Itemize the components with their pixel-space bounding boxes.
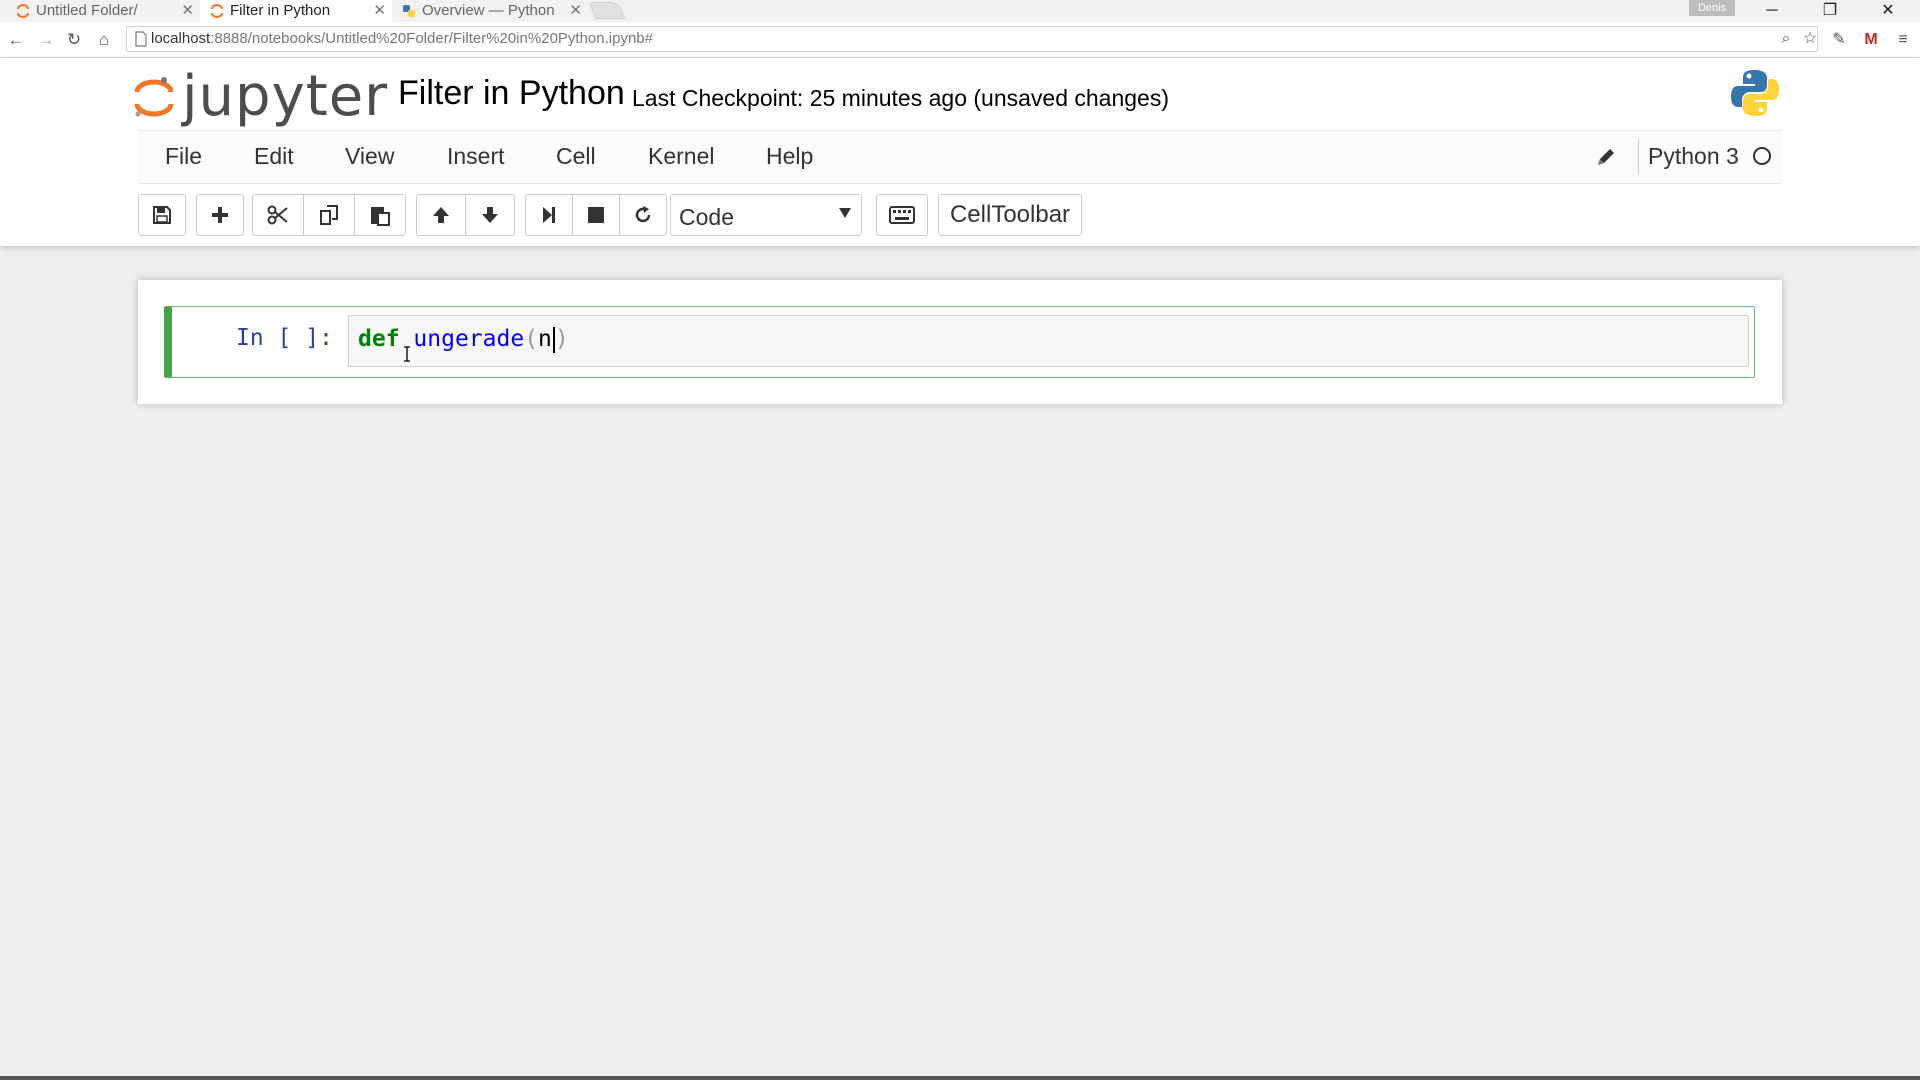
gmail-extension-icon[interactable]: M	[1860, 29, 1882, 51]
mouse-ibeam-cursor-icon	[404, 346, 410, 362]
page-icon	[135, 31, 147, 47]
window-bottom-edge	[0, 1076, 1920, 1080]
tab-title: Untitled Folder/	[36, 2, 138, 19]
checkpoint-status: Last Checkpoint: 25 minutes ago (unsaved…	[632, 85, 1169, 111]
code-editor[interactable]: def ungerade(n)	[348, 315, 1749, 367]
user-profile-badge[interactable]: Denis	[1689, 0, 1735, 16]
code-open-paren: (	[524, 326, 539, 352]
code-argument: n	[538, 326, 552, 352]
tab-untitled-folder[interactable]: Untitled Folder/ ✕	[0, 0, 200, 22]
keyboard-icon	[889, 206, 915, 224]
extension-icon[interactable]: ✎	[1828, 29, 1850, 51]
kernel-separator	[1638, 139, 1639, 175]
url-text: localhost:8888/notebooks/Untitled%20Fold…	[151, 30, 653, 47]
input-prompt: In [ ]:	[236, 325, 333, 351]
stop-icon	[588, 207, 604, 223]
restart-kernel-button[interactable]	[619, 194, 667, 236]
save-icon	[153, 206, 171, 224]
forward-arrow-icon[interactable]: →	[36, 30, 56, 50]
paste-icon	[371, 207, 390, 226]
python-logo-icon	[1731, 70, 1779, 116]
chevron-down-icon	[839, 208, 851, 218]
tab-filter-in-python[interactable]: Filter in Python ✕	[200, 0, 392, 22]
address-bar-row: ← → ↻ ⌂ localhost:8888/notebooks/Untitle…	[0, 22, 1920, 58]
code-close-paren: )	[554, 326, 569, 352]
paste-button[interactable]	[354, 194, 406, 236]
kernel-idle-indicator-icon	[1753, 147, 1771, 165]
edit-mode-pencil-icon	[1598, 149, 1614, 165]
home-icon[interactable]: ⌂	[94, 30, 114, 50]
copy-button[interactable]	[303, 194, 355, 236]
reload-icon[interactable]: ↻	[64, 30, 84, 50]
menu-bar: File Edit View Insert Cell Kernel Help P…	[138, 130, 1782, 184]
tab-title: Overview — Python	[422, 2, 555, 19]
close-window-icon[interactable]: ✕	[1866, 0, 1910, 22]
move-cell-down-button[interactable]	[465, 194, 515, 236]
arrow-up-icon	[433, 207, 449, 223]
interrupt-kernel-button[interactable]	[572, 194, 620, 236]
jupyter-favicon-icon	[17, 4, 29, 18]
zoom-icon[interactable]: ⌕	[1775, 28, 1797, 50]
jupyter-wordmark: jupyter	[182, 64, 389, 129]
cell-type-select[interactable]: Code	[670, 194, 862, 236]
arrow-down-icon	[482, 207, 498, 223]
celltoolbar-button[interactable]: CellToolbar	[938, 194, 1082, 236]
menu-kernel[interactable]: Kernel	[648, 143, 714, 170]
url-host: localhost	[151, 30, 211, 47]
cell-type-value: Code	[679, 204, 734, 230]
plus-icon	[212, 207, 228, 223]
code-function-name: ungerade	[413, 326, 525, 352]
new-tab-button[interactable]	[588, 2, 626, 19]
close-tab-icon[interactable]: ✕	[569, 0, 582, 22]
back-arrow-icon[interactable]: ←	[6, 30, 26, 50]
notebook-toolbar: Code CellToolbar	[138, 194, 1782, 238]
browser-tab-strip: Untitled Folder/ ✕ Filter in Python ✕ Ov…	[0, 0, 1920, 22]
notebook-container: In [ ]: def ungerade(n)	[138, 280, 1782, 404]
menu-cell[interactable]: Cell	[556, 143, 596, 170]
menu-view[interactable]: View	[345, 143, 394, 170]
url-field[interactable]: localhost:8888/notebooks/Untitled%20Fold…	[126, 26, 1818, 52]
menu-edit[interactable]: Edit	[254, 143, 294, 170]
step-forward-icon	[543, 207, 555, 223]
code-keyword: def	[358, 326, 400, 352]
close-tab-icon[interactable]: ✕	[373, 0, 386, 22]
code-cell[interactable]: In [ ]: def ungerade(n)	[164, 306, 1755, 378]
menu-help[interactable]: Help	[766, 143, 813, 170]
insert-cell-button[interactable]	[196, 194, 244, 236]
url-path: :8888/notebooks/Untitled%20Folder/Filter…	[210, 30, 653, 47]
restore-icon[interactable]: ❐	[1808, 0, 1852, 22]
menu-insert[interactable]: Insert	[447, 143, 505, 170]
notebook-title[interactable]: Filter in Python	[398, 74, 625, 113]
command-palette-button[interactable]	[876, 194, 928, 236]
tab-title: Filter in Python	[230, 2, 331, 19]
copy-icon	[320, 205, 338, 225]
move-cell-up-button[interactable]	[416, 194, 466, 236]
code-line: def ungerade(n)	[358, 326, 569, 353]
python-favicon-icon	[403, 5, 415, 17]
save-button[interactable]	[138, 194, 186, 236]
jupyter-orbit-icon	[134, 77, 174, 117]
cut-button[interactable]	[252, 194, 304, 236]
restart-icon	[635, 206, 651, 223]
chrome-menu-icon[interactable]: ≡	[1892, 29, 1914, 51]
bookmark-star-icon[interactable]: ☆	[1799, 28, 1821, 50]
menu-file[interactable]: File	[165, 143, 202, 170]
tab-overview-python[interactable]: Overview — Python ✕	[392, 0, 588, 22]
run-cell-button[interactable]	[525, 194, 573, 236]
scissors-icon	[267, 205, 288, 225]
jupyter-favicon-icon	[211, 4, 223, 18]
minimize-icon[interactable]: ─	[1750, 0, 1794, 22]
close-tab-icon[interactable]: ✕	[181, 0, 194, 22]
notebook-header: jupyter Filter in Python Last Checkpoint…	[0, 58, 1920, 246]
kernel-name[interactable]: Python 3	[1648, 143, 1739, 170]
